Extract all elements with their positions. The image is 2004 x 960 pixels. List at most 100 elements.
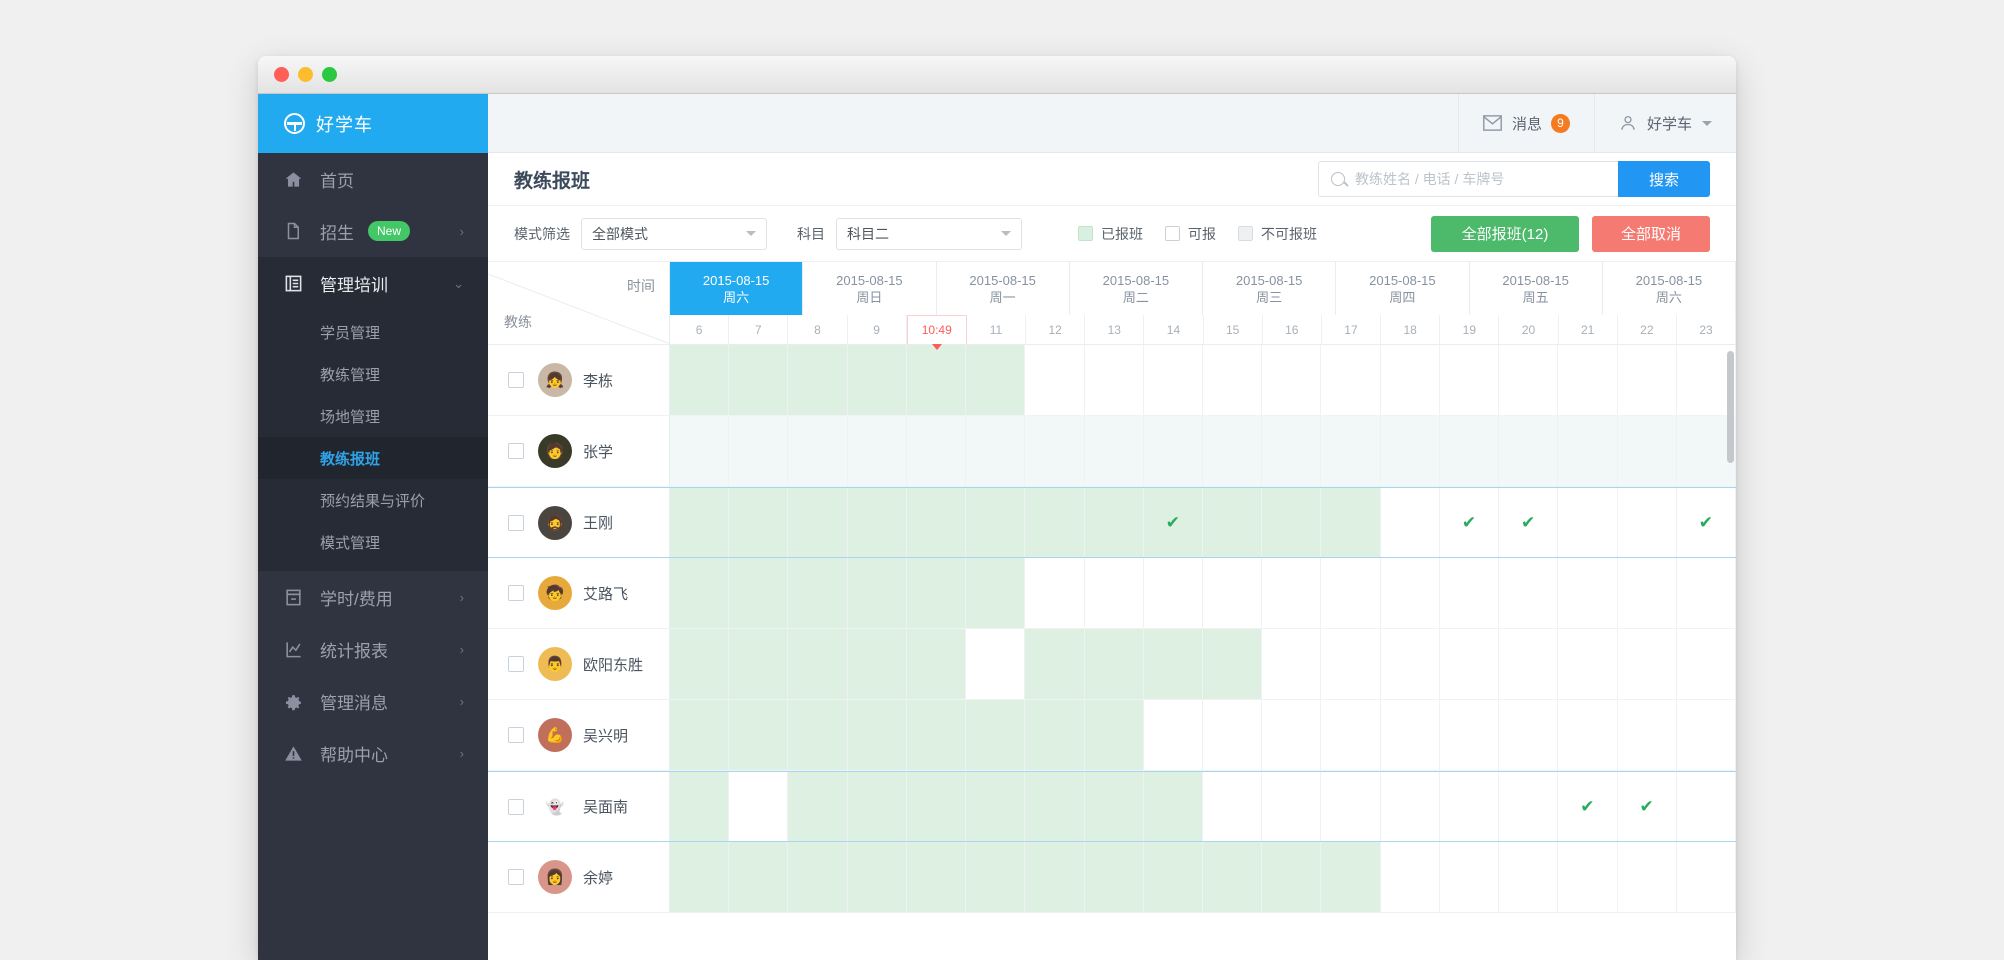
close-icon[interactable] xyxy=(274,67,289,82)
schedule-cell-booked[interactable] xyxy=(1085,700,1144,770)
schedule-cell-empty[interactable] xyxy=(1321,416,1380,486)
schedule-cell-booked[interactable] xyxy=(1262,842,1321,912)
schedule-cell-booked[interactable] xyxy=(1144,842,1203,912)
schedule-cell-booked[interactable] xyxy=(788,629,847,699)
schedule-cell-empty[interactable] xyxy=(1440,772,1499,841)
schedule-cell-booked[interactable] xyxy=(848,629,907,699)
schedule-cell-booked[interactable] xyxy=(1025,842,1084,912)
sidebar-item-recruitment[interactable]: 招生 New › xyxy=(258,205,488,257)
schedule-cell-empty[interactable] xyxy=(1203,700,1262,770)
schedule-cell-empty[interactable] xyxy=(1558,700,1617,770)
schedule-cell-empty[interactable] xyxy=(1262,700,1321,770)
sidebar-item-coach-scheduling[interactable]: 教练报班 xyxy=(258,437,488,479)
schedule-cell-empty[interactable] xyxy=(1440,416,1499,486)
schedule-cell-empty[interactable] xyxy=(1440,558,1499,628)
brand-logo[interactable]: 好学车 xyxy=(258,94,488,153)
schedule-cell-booked[interactable] xyxy=(966,772,1025,841)
schedule-cell-empty[interactable] xyxy=(1262,772,1321,841)
schedule-cell-empty[interactable] xyxy=(1558,558,1617,628)
schedule-cell-booked[interactable] xyxy=(670,488,729,557)
schedule-cell-empty[interactable] xyxy=(1085,345,1144,415)
schedule-cell-empty[interactable]: ✔ xyxy=(1618,772,1677,841)
day-column-header[interactable]: 2015-08-15周三 xyxy=(1203,262,1336,315)
schedule-cell-booked[interactable] xyxy=(788,558,847,628)
search-input[interactable] xyxy=(1355,171,1606,187)
coach-select-checkbox[interactable] xyxy=(508,869,524,885)
schedule-cell-empty[interactable] xyxy=(670,416,729,486)
schedule-cell-booked[interactable] xyxy=(966,488,1025,557)
schedule-cell-empty[interactable] xyxy=(1381,700,1440,770)
schedule-cell-empty[interactable] xyxy=(1321,558,1380,628)
coach-select-checkbox[interactable] xyxy=(508,799,524,815)
day-column-header[interactable]: 2015-08-15周五 xyxy=(1470,262,1603,315)
schedule-cell-empty[interactable] xyxy=(1321,629,1380,699)
schedule-cell-empty[interactable] xyxy=(1440,629,1499,699)
schedule-cell-booked[interactable] xyxy=(1085,842,1144,912)
schedule-cell-booked[interactable] xyxy=(848,558,907,628)
schedule-cell-empty[interactable] xyxy=(1618,842,1677,912)
schedule-cell-empty[interactable] xyxy=(1262,558,1321,628)
schedule-cell-booked[interactable] xyxy=(907,558,966,628)
sidebar-item-manage-messages[interactable]: 管理消息 › xyxy=(258,675,488,727)
schedule-cell-booked[interactable] xyxy=(670,842,729,912)
sidebar-item-coach-management[interactable]: 教练管理 xyxy=(258,353,488,395)
schedule-cell-booked[interactable] xyxy=(966,558,1025,628)
schedule-cell-booked[interactable] xyxy=(848,842,907,912)
schedule-cell-empty[interactable] xyxy=(1618,345,1677,415)
search-button[interactable]: 搜索 xyxy=(1618,161,1710,197)
schedule-cell-empty[interactable] xyxy=(1618,416,1677,486)
day-column-header[interactable]: 2015-08-15周六 xyxy=(1603,262,1736,315)
schedule-cell-empty[interactable]: ✔ xyxy=(1558,772,1617,841)
subject-filter-select[interactable]: 科目二 xyxy=(836,218,1022,250)
schedule-cell-empty[interactable] xyxy=(848,416,907,486)
sidebar-item-reports[interactable]: 统计报表 › xyxy=(258,623,488,675)
schedule-cell-booked[interactable] xyxy=(1025,629,1084,699)
coach-select-checkbox[interactable] xyxy=(508,372,524,388)
schedule-cell-empty[interactable] xyxy=(1381,345,1440,415)
schedule-cell-booked[interactable] xyxy=(729,345,788,415)
user-menu[interactable]: 好学车 xyxy=(1594,94,1736,153)
schedule-cell-booked[interactable] xyxy=(848,700,907,770)
schedule-cell-booked[interactable] xyxy=(966,345,1025,415)
schedule-cell-empty[interactable] xyxy=(1677,629,1736,699)
schedule-cell-booked[interactable] xyxy=(907,345,966,415)
schedule-cell-booked[interactable] xyxy=(907,700,966,770)
schedule-cell-booked[interactable] xyxy=(788,488,847,557)
schedule-cell-empty[interactable] xyxy=(1440,700,1499,770)
schedule-cell-booked[interactable] xyxy=(729,842,788,912)
schedule-cell-empty[interactable] xyxy=(1262,416,1321,486)
schedule-cell-booked[interactable] xyxy=(907,842,966,912)
schedule-cell-booked[interactable] xyxy=(1144,629,1203,699)
schedule-cell-empty[interactable] xyxy=(1558,345,1617,415)
schedule-cell-empty[interactable] xyxy=(1381,558,1440,628)
schedule-cell-empty[interactable] xyxy=(1558,416,1617,486)
schedule-cell-booked[interactable] xyxy=(729,488,788,557)
schedule-cell-empty[interactable] xyxy=(1203,345,1262,415)
schedule-cell-empty[interactable] xyxy=(1618,488,1677,557)
schedule-cell-booked[interactable] xyxy=(848,488,907,557)
messages-button[interactable]: 消息 9 xyxy=(1458,94,1594,153)
schedule-cell-booked[interactable] xyxy=(1085,488,1144,557)
schedule-cell-booked[interactable] xyxy=(788,772,847,841)
schedule-cell-empty[interactable] xyxy=(1677,700,1736,770)
schedule-cell-empty[interactable] xyxy=(1144,558,1203,628)
coach-select-checkbox[interactable] xyxy=(508,443,524,459)
schedule-cell-empty[interactable] xyxy=(1321,772,1380,841)
schedule-cell-booked[interactable] xyxy=(1262,488,1321,557)
minimize-icon[interactable] xyxy=(298,67,313,82)
schedule-cell-booked[interactable] xyxy=(729,558,788,628)
schedule-cell-empty[interactable] xyxy=(1203,416,1262,486)
schedule-cell-empty[interactable] xyxy=(1321,345,1380,415)
coach-select-checkbox[interactable] xyxy=(508,656,524,672)
schedule-cell-empty[interactable] xyxy=(1262,629,1321,699)
sidebar-item-management-training[interactable]: 管理培训 ⌄ xyxy=(258,257,488,309)
schedule-cell-empty[interactable] xyxy=(1499,772,1558,841)
day-column-header[interactable]: 2015-08-15周一 xyxy=(937,262,1070,315)
schedule-cell-empty[interactable] xyxy=(1618,700,1677,770)
schedule-cell-booked[interactable] xyxy=(907,488,966,557)
schedule-cell-empty[interactable] xyxy=(966,629,1025,699)
schedule-cell-empty[interactable] xyxy=(1499,700,1558,770)
schedule-cell-empty[interactable] xyxy=(1025,345,1084,415)
day-column-header[interactable]: 2015-08-15周二 xyxy=(1070,262,1203,315)
schedule-cell-empty[interactable] xyxy=(1499,629,1558,699)
